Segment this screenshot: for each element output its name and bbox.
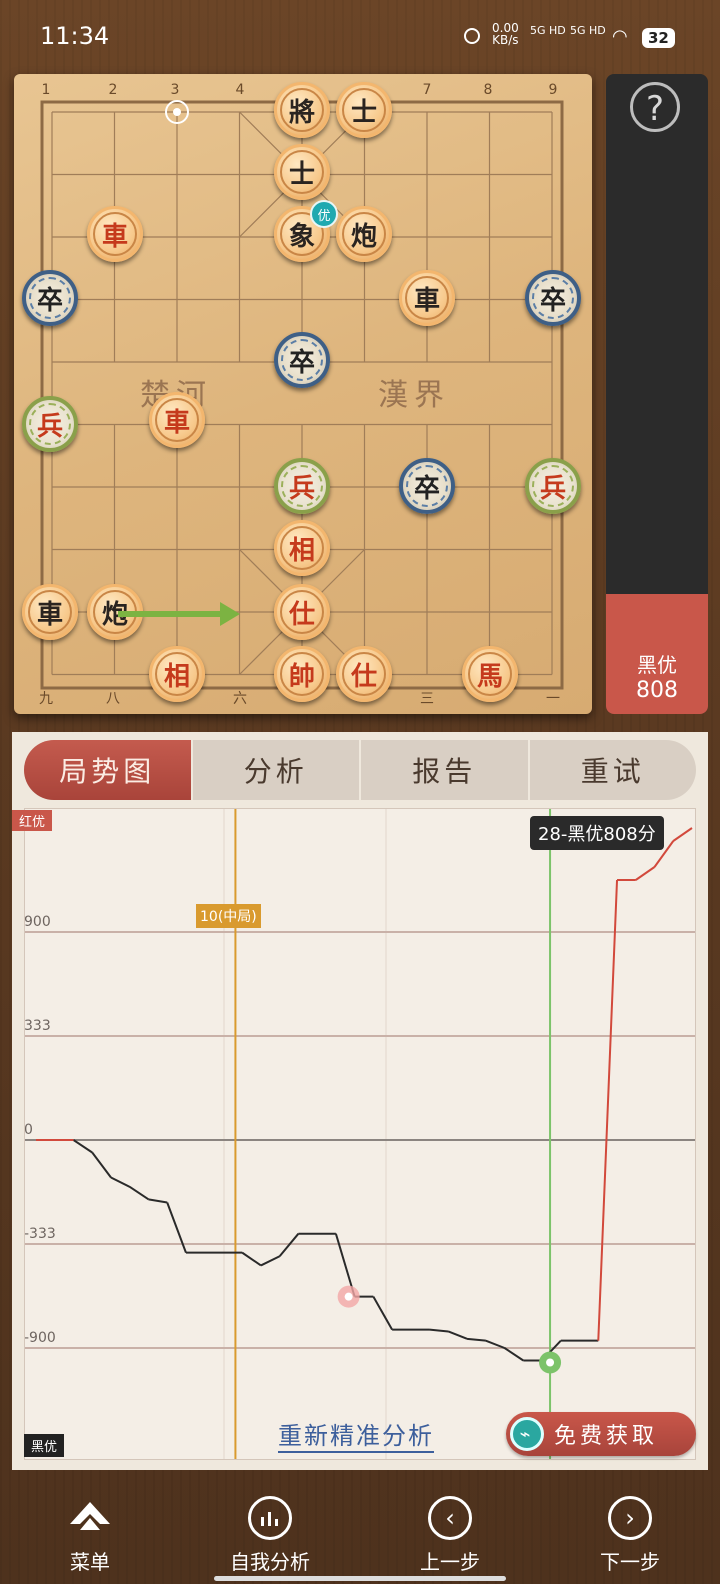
y-tick-label: 333 (24, 1018, 51, 1034)
chart-bg (24, 808, 696, 1460)
free-get-label: 免费获取 (554, 1424, 659, 1449)
y-tick-label: 900 (24, 914, 51, 930)
free-get-button[interactable]: ⌁ 免费获取 (506, 1412, 696, 1456)
black-advantage-tag: 黑优 (24, 1434, 65, 1457)
current-move-tooltip: 28-黑优808分 (530, 816, 664, 850)
y-tick-label: -333 (24, 1226, 56, 1242)
evaluation-chart[interactable]: 900 333 0 -333 -900 (24, 808, 696, 1460)
y-tick-label: 0 (24, 1122, 33, 1138)
tab-report[interactable]: 报告 (361, 740, 530, 800)
tab-bar: 局势图 分析 报告 重试 (24, 740, 696, 800)
home-indicator (214, 1576, 506, 1581)
eval-box: 黑优 808 (606, 594, 708, 714)
red-advantage-tag: 红优 (12, 810, 53, 831)
next-icon: › (608, 1496, 652, 1540)
selected-origin-dot (173, 108, 181, 116)
help-button[interactable]: ? (630, 82, 680, 132)
tab-analysis[interactable]: 分析 (193, 740, 361, 800)
midgame-marker-label: 10(中局) (196, 904, 261, 928)
eval-score: 808 (636, 678, 678, 703)
nav-prev[interactable]: ‹ 上一步 (360, 1480, 540, 1584)
nav-next-label: 下一步 (600, 1550, 660, 1574)
bottom-nav: 菜单 自我分析 ‹ 上一步 › 下一步 (0, 1480, 720, 1584)
move-arrow-head (220, 602, 240, 626)
reanalyze-link[interactable]: 重新精准分析 (278, 1416, 434, 1453)
nav-menu-label: 菜单 (70, 1550, 110, 1574)
tab-situation[interactable]: 局势图 (24, 740, 193, 800)
current-point (546, 1358, 555, 1367)
blunder-marker (344, 1292, 353, 1301)
self-analysis-icon (248, 1496, 292, 1540)
side-panel: ? 黑优 808 (606, 74, 708, 714)
nav-next[interactable]: › 下一步 (540, 1480, 720, 1584)
eval-side: 黑优 (637, 653, 677, 677)
nav-self-analysis-label: 自我分析 (230, 1550, 310, 1574)
prev-icon: ‹ (428, 1496, 472, 1540)
nav-prev-label: 上一步 (420, 1550, 480, 1574)
best-move-badge: 优 (310, 200, 338, 228)
nav-self-analysis[interactable]: 自我分析 (180, 1480, 360, 1584)
tab-retry[interactable]: 重试 (530, 740, 697, 800)
menu-icon (68, 1496, 112, 1540)
pulse-icon: ⌁ (510, 1417, 544, 1451)
nav-menu[interactable]: 菜单 (0, 1480, 180, 1584)
y-tick-label: -900 (24, 1330, 56, 1346)
